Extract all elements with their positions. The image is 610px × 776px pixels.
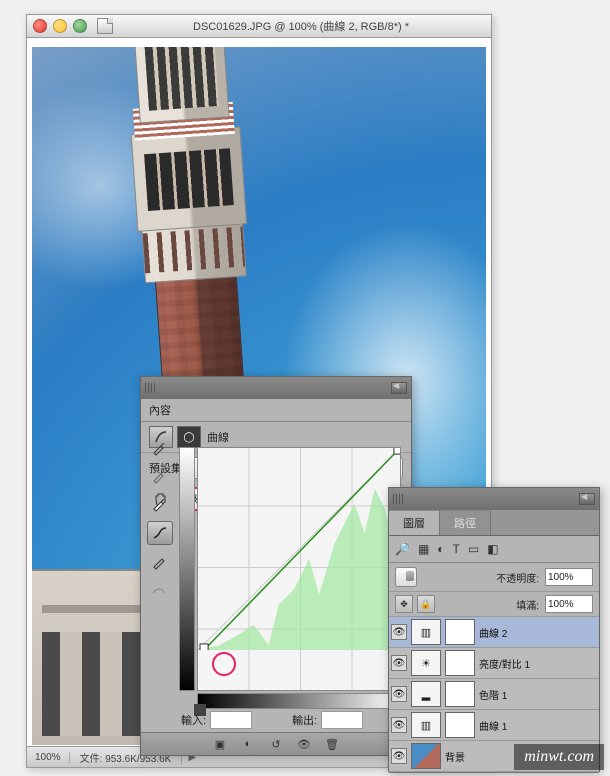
layer-name: 曲線 1 xyxy=(479,718,507,733)
curve-tools xyxy=(147,437,173,601)
image-thumb xyxy=(411,743,441,769)
highlight-marker xyxy=(212,652,236,676)
io-values: 輸入: 輸出: xyxy=(181,711,401,729)
collapse-icon[interactable] xyxy=(579,493,595,505)
adjustment-thumb: ▥ xyxy=(411,619,441,645)
filter-type-icon[interactable]: T xyxy=(453,542,460,556)
tab-layers[interactable]: 圖層 xyxy=(389,510,440,535)
panel-tab-row: 內容 xyxy=(141,399,411,422)
mask-icon[interactable]: ◯ xyxy=(177,426,201,448)
reset-icon[interactable]: ↺ xyxy=(266,736,286,752)
layer-item[interactable]: 👁 ▥ 曲線 1 xyxy=(389,710,599,741)
filter-kind-icon[interactable]: 🔎 xyxy=(395,542,410,556)
zoom-level[interactable]: 100% xyxy=(27,752,70,763)
output-value[interactable] xyxy=(321,711,363,729)
trash-icon[interactable]: 🗑 xyxy=(322,736,342,752)
window-controls xyxy=(33,19,87,33)
layer-name: 亮度/對比 1 xyxy=(479,656,530,671)
smooth-tool-icon[interactable] xyxy=(147,579,171,601)
minimize-button[interactable] xyxy=(53,19,67,33)
eye-icon[interactable]: 👁 xyxy=(391,624,407,640)
pencil-tool-icon[interactable] xyxy=(147,551,171,573)
visibility-icon[interactable]: 👁 xyxy=(294,736,314,752)
grip-icon xyxy=(145,383,155,393)
input-label: 輸入: xyxy=(181,712,206,728)
curves-footer: ▣ ◐ ↺ 👁 🗑 xyxy=(141,732,411,755)
eye-icon[interactable]: 👁 xyxy=(391,686,407,702)
lock-row: ✥ 🔒 填滿: 100% xyxy=(389,592,599,617)
opacity-value[interactable]: 100% xyxy=(545,568,593,586)
move-icon[interactable]: ✥ xyxy=(395,595,413,613)
eye-icon[interactable]: 👁 xyxy=(391,748,407,764)
eyedropper-gray-icon[interactable] xyxy=(147,465,171,487)
layers-panel: 圖層 路徑 🔎 ▦ ◐ T ▭ ◧ 不透明度: 100% ✥ 🔒 填滿: 100… xyxy=(388,487,600,772)
document-icon xyxy=(97,18,113,34)
layer-name: 曲線 2 xyxy=(479,625,507,640)
adjustment-name: 曲線 xyxy=(207,429,229,445)
adjustment-thumb: ☀ xyxy=(411,650,441,676)
filter-image-icon[interactable]: ▦ xyxy=(418,542,429,556)
filter-row: 🔎 ▦ ◐ T ▭ ◧ xyxy=(389,536,599,563)
adjustment-thumb: ▂ xyxy=(411,681,441,707)
titlebar[interactable]: DSC01629.JPG @ 100% (曲線 2, RGB/8*) * xyxy=(27,15,491,38)
eyedropper-white-icon[interactable] xyxy=(147,493,171,515)
opacity-label: 不透明度: xyxy=(496,570,539,585)
eyedropper-black-icon[interactable] xyxy=(147,437,171,459)
collapse-icon[interactable] xyxy=(391,382,407,394)
close-button[interactable] xyxy=(33,19,47,33)
adjustment-thumb: ▥ xyxy=(411,712,441,738)
curves-graph[interactable] xyxy=(197,447,401,691)
input-value[interactable] xyxy=(210,711,252,729)
mask-thumb xyxy=(445,650,475,676)
filter-adjust-icon[interactable]: ◐ xyxy=(437,542,444,556)
layer-item[interactable]: 👁 ▥ 曲線 2 xyxy=(389,617,599,648)
layer-name: 色階 1 xyxy=(479,687,507,702)
layer-item[interactable]: 👁 ▂ 色階 1 xyxy=(389,679,599,710)
zoom-button[interactable] xyxy=(73,19,87,33)
curves-graph-area xyxy=(179,447,401,709)
panel-header[interactable] xyxy=(141,377,411,399)
blend-mode-select[interactable] xyxy=(395,567,417,587)
output-gradient xyxy=(179,447,195,691)
filter-shape-icon[interactable]: ▭ xyxy=(468,542,479,556)
clip-icon[interactable]: ▣ xyxy=(210,736,230,752)
curve-point-tool[interactable] xyxy=(147,521,173,545)
tab-paths[interactable]: 路徑 xyxy=(440,510,491,535)
tab-properties[interactable]: 內容 xyxy=(149,402,171,418)
layers-header[interactable] xyxy=(389,488,599,510)
prev-state-icon[interactable]: ◐ xyxy=(238,736,258,752)
filter-smart-icon[interactable]: ◧ xyxy=(487,542,498,556)
fill-label: 填滿: xyxy=(516,597,539,612)
eye-icon[interactable]: 👁 xyxy=(391,717,407,733)
window-title: DSC01629.JPG @ 100% (曲線 2, RGB/8*) * xyxy=(117,18,485,34)
layer-item[interactable]: 👁 ☀ 亮度/對比 1 xyxy=(389,648,599,679)
fill-value[interactable]: 100% xyxy=(545,595,593,613)
output-label: 輸出: xyxy=(292,712,317,728)
lock-icon[interactable]: 🔒 xyxy=(417,595,435,613)
grip-icon xyxy=(393,494,403,504)
blend-opacity-row: 不透明度: 100% xyxy=(389,563,599,592)
curves-panel: 內容 ◯ 曲線 預設集: 自訂 綠 自動 xyxy=(140,376,412,756)
mask-thumb xyxy=(445,619,475,645)
mask-thumb xyxy=(445,681,475,707)
watermark: minwt.com xyxy=(514,744,604,770)
input-gradient xyxy=(197,693,401,709)
layer-name: 背景 xyxy=(445,749,465,764)
mask-thumb xyxy=(445,712,475,738)
eye-icon[interactable]: 👁 xyxy=(391,655,407,671)
layers-tabs: 圖層 路徑 xyxy=(389,510,599,536)
